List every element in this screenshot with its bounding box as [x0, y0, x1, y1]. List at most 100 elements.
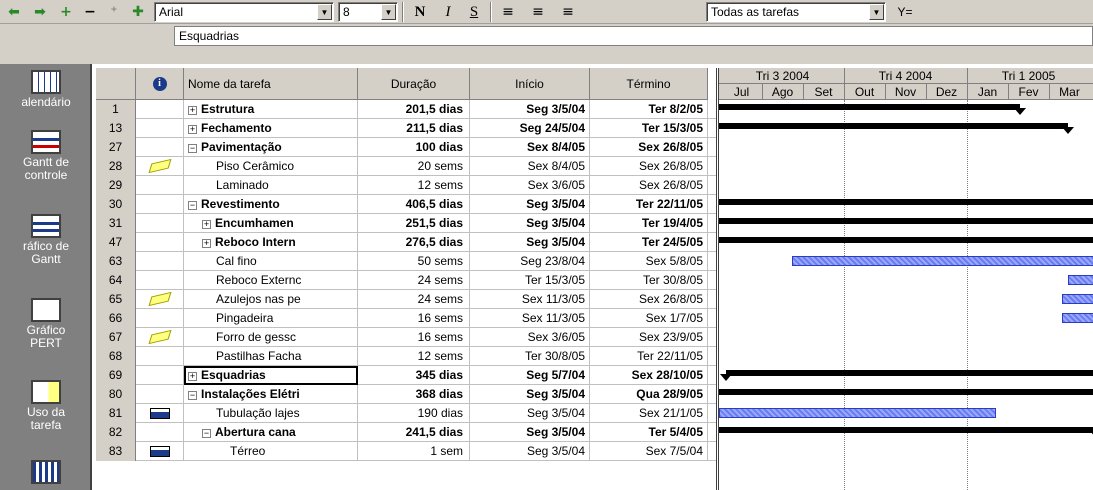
duration-cell[interactable]: 12 sems: [358, 176, 470, 195]
finish-cell[interactable]: Sex 21/1/05: [590, 404, 708, 423]
chevron-down-icon[interactable]: ▼: [381, 4, 396, 20]
finish-cell[interactable]: Ter 5/4/05: [590, 423, 708, 442]
task-name-cell[interactable]: Azulejos nas pe: [184, 290, 358, 309]
summary-bar[interactable]: [719, 389, 1093, 395]
finish-cell[interactable]: Sex 1/7/05: [590, 309, 708, 328]
start-cell[interactable]: Seg 3/5/04: [470, 442, 590, 461]
finish-cell[interactable]: Ter 22/11/05: [590, 195, 708, 214]
finish-cell[interactable]: Sex 7/5/04: [590, 442, 708, 461]
task-row[interactable]: 81 Tubulação lajes 190 dias Seg 3/5/04 Sex 2…: [96, 404, 716, 423]
task-row[interactable]: 67 Forro de gessc 16 sems Sex 3/6/05 Sex 23/…: [96, 328, 716, 347]
task-row[interactable]: 13 + Fechamento 211,5 dias Seg 24/5/04 Ter 15…: [96, 119, 716, 138]
collapse-icon[interactable]: −: [202, 429, 211, 438]
duration-cell[interactable]: 251,5 dias: [358, 214, 470, 233]
view-task-usage[interactable]: Uso da tarefa: [0, 380, 92, 432]
view-tracking-gantt[interactable]: Gantt de controle: [0, 130, 92, 182]
task-bar[interactable]: [792, 256, 1093, 266]
finish-cell[interactable]: Sex 5/8/05: [590, 252, 708, 271]
indicator-column-header[interactable]: i: [136, 68, 184, 100]
start-cell[interactable]: Sex 11/3/05: [470, 290, 590, 309]
chevron-down-icon[interactable]: ▼: [317, 4, 332, 20]
finish-cell[interactable]: Ter 19/4/05: [590, 214, 708, 233]
finish-cell[interactable]: Sex 26/8/05: [590, 290, 708, 309]
duration-cell[interactable]: 276,5 dias: [358, 233, 470, 252]
font-combo[interactable]: Arial ▼: [154, 2, 334, 22]
hide-subtasks-icon[interactable]: −: [80, 3, 100, 21]
bold-button[interactable]: N: [408, 2, 432, 22]
calendar-constraint-icon[interactable]: [149, 446, 170, 457]
task-name-cell[interactable]: Reboco Externc: [184, 271, 358, 290]
summary-bar[interactable]: [719, 199, 1093, 205]
finish-cell[interactable]: Ter 8/2/05: [590, 100, 708, 119]
finish-cell[interactable]: Ter 30/8/05: [590, 271, 708, 290]
note-icon[interactable]: [147, 291, 172, 307]
row-id[interactable]: 29: [96, 176, 136, 195]
duration-cell[interactable]: 201,5 dias: [358, 100, 470, 119]
task-row[interactable]: 28 Piso Cerâmico 20 sems Sex 8/4/05 Sex 26/8…: [96, 157, 716, 176]
task-row[interactable]: 65 Azulejos nas pe 24 sems Sex 11/3/05 Sex 2…: [96, 290, 716, 309]
row-id[interactable]: 47: [96, 233, 136, 252]
finish-cell[interactable]: Sex 26/8/05: [590, 176, 708, 195]
duration-cell[interactable]: 211,5 dias: [358, 119, 470, 138]
view-resource-graph[interactable]: [0, 460, 92, 486]
row-id[interactable]: 80: [96, 385, 136, 404]
task-bar[interactable]: [1062, 313, 1093, 323]
task-name-cell[interactable]: Pastilhas Facha: [184, 347, 358, 366]
collapse-icon[interactable]: −: [188, 144, 197, 153]
duration-cell[interactable]: 16 sems: [358, 309, 470, 328]
row-id[interactable]: 28: [96, 157, 136, 176]
underline-button[interactable]: S: [462, 2, 486, 22]
italic-button[interactable]: I: [436, 2, 460, 22]
summary-bar[interactable]: [719, 237, 1093, 243]
collapse-icon[interactable]: −: [188, 391, 197, 400]
start-cell[interactable]: Seg 5/7/04: [470, 366, 590, 385]
expand-icon[interactable]: +: [188, 372, 197, 381]
duration-cell[interactable]: 24 sems: [358, 290, 470, 309]
row-id[interactable]: 64: [96, 271, 136, 290]
start-cell[interactable]: Seg 3/5/04: [470, 423, 590, 442]
row-id[interactable]: 66: [96, 309, 136, 328]
summary-bar[interactable]: [719, 123, 1068, 129]
start-cell[interactable]: Sex 8/4/05: [470, 157, 590, 176]
finish-cell[interactable]: Sex 28/10/05: [590, 366, 708, 385]
task-row[interactable]: 66 Pingadeira 16 sems Sex 11/3/05 Sex 1/7/05: [96, 309, 716, 328]
task-row[interactable]: 29 Laminado 12 sems Sex 3/6/05 Sex 26/8/05: [96, 176, 716, 195]
row-id[interactable]: 30: [96, 195, 136, 214]
task-name-cell[interactable]: Tubulação lajes: [184, 404, 358, 423]
summary-bar[interactable]: [719, 218, 1093, 224]
row-id[interactable]: 31: [96, 214, 136, 233]
note-icon[interactable]: [147, 329, 172, 345]
task-name-cell[interactable]: + Esquadrias: [184, 366, 358, 385]
duration-cell[interactable]: 12 sems: [358, 347, 470, 366]
show-subtasks-icon[interactable]: +: [56, 3, 76, 21]
task-name-cell[interactable]: Forro de gessc: [184, 328, 358, 347]
row-id[interactable]: 83: [96, 442, 136, 461]
task-name-cell[interactable]: + Encumhamen: [184, 214, 358, 233]
start-column-header[interactable]: Início: [470, 68, 590, 100]
task-name-cell[interactable]: Piso Cerâmico: [184, 157, 358, 176]
view-gantt-chart[interactable]: ráfico de Gantt: [0, 214, 92, 266]
row-id[interactable]: 68: [96, 347, 136, 366]
duration-cell[interactable]: 50 sems: [358, 252, 470, 271]
start-cell[interactable]: Seg 23/8/04: [470, 252, 590, 271]
row-id[interactable]: 63: [96, 252, 136, 271]
note-icon[interactable]: [147, 158, 172, 174]
row-id[interactable]: 81: [96, 404, 136, 423]
duration-column-header[interactable]: Duração: [358, 68, 470, 100]
duration-cell[interactable]: 20 sems: [358, 157, 470, 176]
task-row[interactable]: 31 + Encumhamen 251,5 dias Seg 3/5/04 Ter 19/…: [96, 214, 716, 233]
row-id[interactable]: 27: [96, 138, 136, 157]
task-row[interactable]: 80− Instalações Elétri 368 dias Seg 3/5/04 Q…: [96, 385, 716, 404]
row-id[interactable]: 65: [96, 290, 136, 309]
start-cell[interactable]: Seg 3/5/04: [470, 233, 590, 252]
chevron-down-icon[interactable]: ▼: [869, 4, 884, 20]
task-name-cell[interactable]: − Abertura cana: [184, 423, 358, 442]
start-cell[interactable]: Seg 3/5/04: [470, 195, 590, 214]
duration-cell[interactable]: 16 sems: [358, 328, 470, 347]
task-row[interactable]: 47 + Reboco Intern 276,5 dias Seg 3/5/04 Ter …: [96, 233, 716, 252]
task-name-cell[interactable]: Cal fino: [184, 252, 358, 271]
task-bar[interactable]: [719, 408, 997, 418]
entry-field[interactable]: Esquadrias: [174, 26, 1093, 46]
task-name-cell[interactable]: Laminado: [184, 176, 358, 195]
duration-cell[interactable]: 406,5 dias: [358, 195, 470, 214]
